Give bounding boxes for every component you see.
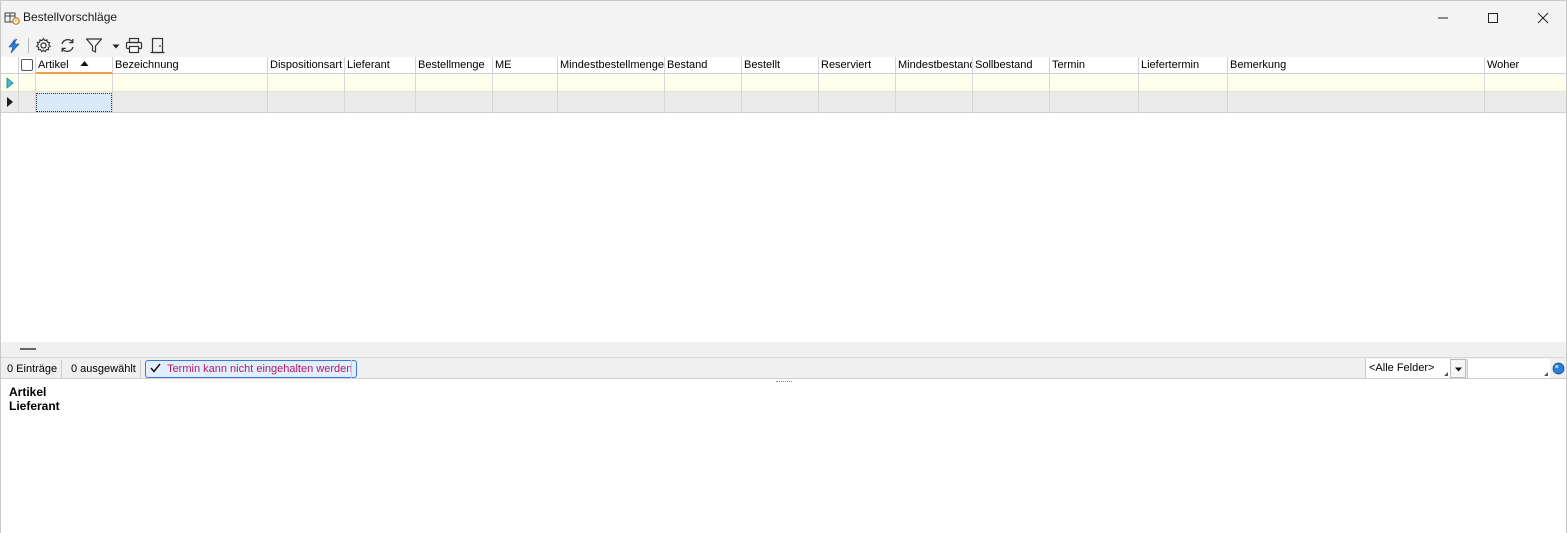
quick-action-button[interactable] [5, 36, 23, 55]
grid-divider [267, 74, 268, 113]
order-proposals-grid: Artikel Bezeichnung Dispositionsart Lief… [1, 57, 1566, 342]
grid-divider [1138, 74, 1139, 113]
grid-divider [972, 74, 973, 113]
maximize-icon [1488, 12, 1498, 23]
maximize-button[interactable] [1470, 1, 1516, 34]
search-input[interactable] [1467, 359, 1550, 378]
filter-button[interactable] [84, 36, 104, 55]
printer-icon [125, 37, 143, 54]
column-header-mindestbestellmenge[interactable]: Mindestbestellmenge [558, 57, 665, 74]
column-header-reserviert[interactable]: Reserviert [819, 57, 896, 74]
checkmark-icon [150, 363, 161, 373]
column-header-bestand[interactable]: Bestand [665, 57, 742, 74]
toolbar [1, 34, 1566, 57]
resize-grip-icon [1544, 372, 1548, 376]
grid-divider [895, 74, 896, 113]
column-header-me[interactable]: ME [493, 57, 558, 74]
filter-row[interactable] [1, 74, 1566, 92]
grid-divider [818, 74, 819, 113]
column-header-termin[interactable]: Termin [1050, 57, 1139, 74]
detail-splitter-grip[interactable] [776, 381, 792, 383]
search-field-select[interactable]: <Alle Felder> [1365, 359, 1450, 378]
column-header-mindestbestand[interactable]: Mindestbestand [896, 57, 973, 74]
exit-button[interactable] [148, 36, 166, 55]
column-header-bemerkung[interactable]: Bemerkung [1228, 57, 1485, 74]
refresh-button[interactable] [58, 36, 77, 55]
chevron-down-icon [1454, 367, 1462, 371]
minimize-icon [1438, 17, 1448, 18]
toolbar-separator [28, 38, 29, 53]
column-header-bestellt[interactable]: Bestellt [742, 57, 819, 74]
selected-count: 0 ausgewählt [67, 360, 141, 378]
settings-button[interactable] [34, 36, 53, 55]
splitter-grip[interactable] [20, 348, 36, 350]
grid-divider [557, 74, 558, 113]
grid-divider [112, 74, 113, 113]
detail-label-lieferant: Lieferant [9, 399, 60, 413]
minimize-button[interactable] [1420, 1, 1466, 34]
column-header-bezeichnung[interactable]: Bezeichnung [113, 57, 268, 74]
panel-splitter[interactable] [1, 342, 1566, 357]
search-field-dropdown-button[interactable] [1450, 359, 1466, 378]
filter-row-indicator-icon [6, 77, 14, 89]
gear-icon [35, 37, 52, 53]
selected-cell[interactable] [36, 93, 112, 112]
print-button[interactable] [124, 36, 144, 55]
column-header-woher[interactable]: Woher [1485, 57, 1566, 74]
grid-divider [415, 74, 416, 113]
search-go-button[interactable] [1551, 361, 1565, 375]
grid-divider [344, 74, 345, 113]
filter-dropdown-button[interactable] [110, 36, 122, 55]
grid-divider [664, 74, 665, 113]
entries-count: 0 Einträge [3, 360, 63, 378]
select-all-checkbox[interactable] [21, 59, 33, 71]
title-bar: Bestellvorschläge [1, 1, 1566, 34]
chevron-down-icon [112, 44, 120, 48]
grid-divider [35, 74, 36, 113]
refresh-icon [61, 39, 74, 52]
order-app-icon [4, 10, 20, 26]
sort-ascending-icon [80, 61, 89, 66]
legend-badge[interactable]: Termin kann nicht eingehalten werden [145, 360, 358, 378]
column-header-liefertermin[interactable]: Liefertermin [1139, 57, 1228, 74]
column-header-artikel[interactable]: Artikel [36, 57, 113, 74]
legend-text: Termin kann nicht eingehalten werden [167, 363, 353, 375]
resize-grip-icon [1444, 372, 1448, 376]
select-all-header[interactable] [19, 57, 36, 74]
grid-divider [18, 74, 19, 113]
table-row[interactable] [1, 92, 1566, 113]
globe-icon [1552, 362, 1564, 374]
row-indicator-header [1, 57, 19, 74]
column-header-dispositionsart[interactable]: Dispositionsart [268, 57, 345, 74]
window: Bestellvorschläge Artikel Bezeichnung Di… [0, 0, 1567, 533]
grid-divider [1484, 74, 1485, 113]
detail-label-artikel: Artikel [9, 385, 47, 399]
filter-icon [85, 38, 103, 53]
window-title: Bestellvorschläge [23, 10, 118, 24]
close-icon [1537, 12, 1549, 23]
status-bar: 0 Einträge 0 ausgewählt Termin kann nich… [1, 357, 1566, 379]
column-header-lieferant[interactable]: Lieferant [345, 57, 416, 74]
detail-panel: Artikel Lieferant [1, 380, 1566, 533]
lightning-icon [8, 37, 20, 53]
close-button[interactable] [1520, 1, 1566, 34]
status-separator [351, 360, 352, 378]
grid-divider [1227, 74, 1228, 113]
grid-divider [492, 74, 493, 113]
column-header-bestellmenge[interactable]: Bestellmenge [416, 57, 493, 74]
grid-divider [1049, 74, 1050, 113]
grid-divider [741, 74, 742, 113]
column-header-sollbestand[interactable]: Sollbestand [973, 57, 1050, 74]
current-row-indicator-icon [7, 97, 13, 107]
exit-door-icon [150, 37, 164, 54]
